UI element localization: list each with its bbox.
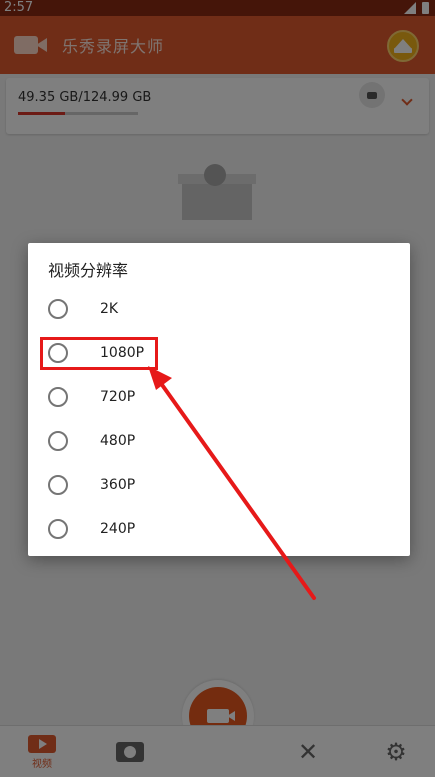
arrow-head xyxy=(148,366,172,390)
annotation-arrow xyxy=(148,366,316,600)
arrow-shaft xyxy=(158,380,316,600)
